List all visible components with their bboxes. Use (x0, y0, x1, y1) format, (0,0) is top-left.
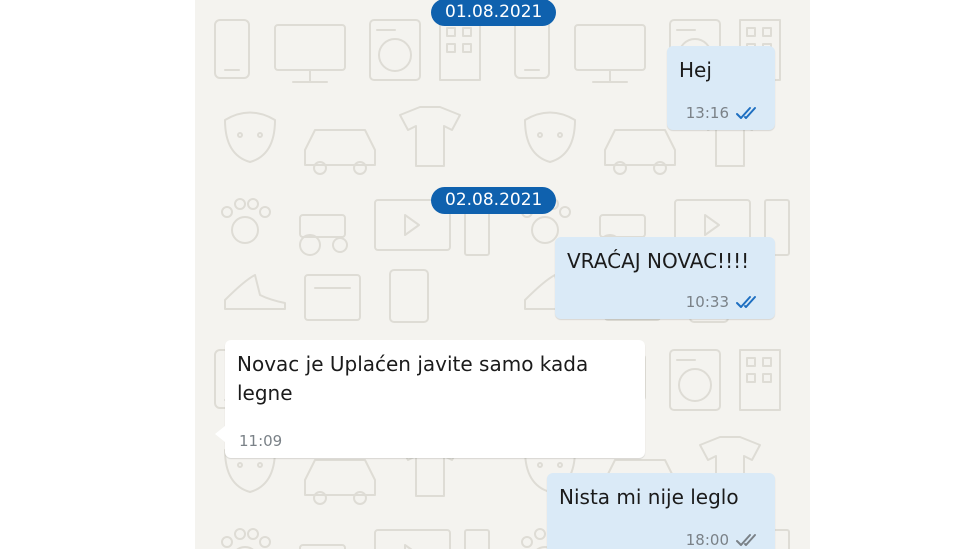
chat-conversation[interactable]: 01.08.2021 02.08.2021 Hej 13:16 VRAĆAJ N… (195, 0, 810, 549)
message-time: 18:00 (685, 531, 729, 549)
message-time: 11:09 (239, 432, 283, 450)
date-separator: 01.08.2021 (431, 0, 557, 26)
message-meta: 18:00 (686, 531, 761, 549)
message-bubble-outgoing[interactable]: Nista mi nije leglo 18:00 (547, 473, 775, 549)
message-bubble-outgoing[interactable]: Hej 13:16 (667, 46, 775, 130)
message-meta: 13:16 (686, 104, 761, 122)
message-bubble-outgoing[interactable]: VRAĆAJ NOVAC!!!! 10:33 (555, 237, 775, 319)
message-text: Nista mi nije leglo (559, 485, 739, 509)
message-meta: 10:33 (686, 293, 761, 311)
bubble-tail (215, 426, 225, 442)
message-text: Novac je Uplaćen javite samo kada legne (237, 352, 589, 405)
message-bubble-incoming[interactable]: Novac je Uplaćen javite samo kada legne … (215, 340, 645, 458)
date-separator: 02.08.2021 (431, 187, 557, 214)
message-time: 10:33 (685, 293, 729, 311)
read-ticks-icon (735, 295, 761, 309)
message-text: Hej (679, 58, 712, 82)
message-meta: 11:09 (239, 432, 282, 450)
message-time: 13:16 (685, 104, 729, 122)
message-text: VRAĆAJ NOVAC!!!! (567, 249, 750, 273)
read-ticks-icon (735, 106, 761, 120)
delivered-ticks-icon (735, 533, 761, 547)
